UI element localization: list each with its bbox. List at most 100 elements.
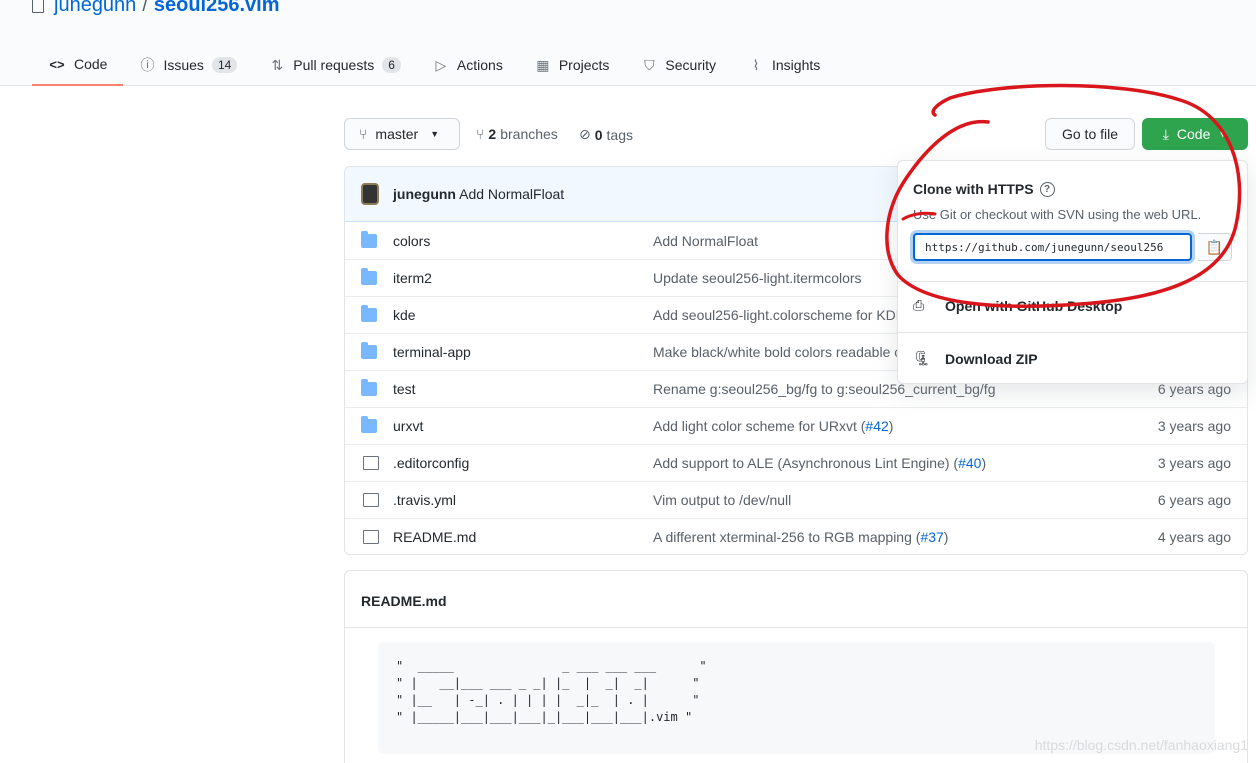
file-name-link[interactable]: kde: [393, 307, 416, 323]
file-icon: [363, 530, 379, 544]
tab-projects[interactable]: ▦ Projects: [519, 44, 626, 86]
clone-url-input[interactable]: [913, 233, 1192, 261]
file-name-link[interactable]: iterm2: [393, 270, 432, 286]
download-zip-label: Download ZIP: [945, 350, 1038, 367]
tags-label: tags: [606, 126, 633, 143]
commit-message-link[interactable]: Make black/white bold colors readable on: [653, 344, 910, 360]
commit-message-link[interactable]: Update seoul256-light.itermcolors: [653, 270, 862, 286]
commit-message-link[interactable]: A different xterminal-256 to RGB mapping…: [653, 529, 948, 545]
file-name-link[interactable]: urxvt: [393, 418, 423, 434]
branch-select-button[interactable]: ⑂ master ▼: [344, 118, 460, 150]
commit-message-end: ): [981, 455, 987, 471]
issues-counter: 14: [211, 57, 238, 73]
commit-age: 3 years ago: [1157, 418, 1231, 434]
tab-pull-requests[interactable]: ⇅ Pull requests 6: [253, 44, 417, 86]
commit-message-text: Vim output to /dev/null: [653, 492, 792, 508]
pull-request-icon: ⇅: [271, 56, 284, 73]
commit-message-text: A different xterminal-256 to RGB mapping…: [653, 529, 921, 545]
tag-icon: ⊘: [579, 126, 591, 142]
branches-link[interactable]: ⑂ 2 branches: [476, 126, 558, 142]
file-name-link[interactable]: colors: [393, 233, 430, 249]
play-icon: ▷: [435, 56, 447, 73]
branch-icon: ⑂: [359, 126, 368, 142]
tab-label: Actions: [456, 57, 503, 73]
branch-name: master: [375, 126, 419, 142]
divider: [898, 281, 1247, 282]
commit-message-link[interactable]: Add light color scheme for URxvt (#42): [653, 418, 893, 434]
tab-issues[interactable]: ⓘ Issues 14: [123, 44, 253, 86]
folder-icon: [361, 268, 377, 285]
file-name-link[interactable]: terminal-app: [393, 344, 471, 360]
divider: [898, 332, 1247, 333]
commit-message-text: Make black/white bold colors readable on: [653, 344, 910, 360]
shield-icon: ⛉: [644, 56, 655, 73]
tab-label: Issues: [163, 57, 204, 73]
table-row[interactable]: .travis.yml Vim output to /dev/null 6 year…: [345, 481, 1247, 518]
commit-message-link[interactable]: Add NormalFloat: [653, 233, 758, 249]
commit-message-end: ): [888, 418, 894, 434]
table-row[interactable]: .editorconfig Add support to ALE (Asynchr…: [345, 444, 1247, 481]
clipboard-icon: 📋: [1205, 238, 1224, 255]
folder-icon: [361, 379, 377, 396]
tab-label: Projects: [558, 57, 610, 73]
watermark: https://blog.csdn.net/fanhaoxiang1: [1034, 737, 1248, 753]
tab-security[interactable]: ⛉ Security: [625, 44, 732, 86]
open-desktop-button[interactable]: ⎙ Open with GitHub Desktop: [913, 297, 1122, 314]
folder-icon: [361, 305, 377, 322]
commit-message-text: Add support to ALE (Asynchronous Lint En…: [653, 455, 959, 471]
pull-requests-counter: 6: [382, 57, 401, 73]
file-icon: [363, 493, 379, 507]
tab-label: Security: [665, 57, 716, 73]
repo-title: junegunn / seoul256.vim: [32, 0, 280, 17]
clone-title-text: Clone with HTTPS: [913, 181, 1034, 197]
commit-message-end: ): [943, 529, 949, 545]
repo-owner-link[interactable]: junegunn: [54, 0, 136, 17]
tab-label: Pull requests: [293, 57, 375, 73]
tab-insights[interactable]: ⌇ Insights: [732, 44, 836, 86]
graph-icon: ⌇: [752, 56, 760, 73]
folder-icon: [361, 416, 377, 433]
commit-message-link[interactable]: Add support to ALE (Asynchronous Lint En…: [653, 455, 986, 471]
commit-message-text: Add NormalFloat: [653, 232, 759, 249]
pr-link[interactable]: #42: [865, 418, 888, 434]
file-name-link[interactable]: README.md: [393, 529, 476, 545]
question-icon[interactable]: ?: [1039, 181, 1055, 197]
folder-icon: [361, 342, 377, 359]
clone-subtitle: Use Git or checkout with SVN using the w…: [913, 207, 1202, 222]
tags-count: 0: [594, 126, 603, 143]
commit-message-text: Add light color scheme for URxvt (: [653, 418, 866, 434]
commit-age: 6 years ago: [1157, 492, 1231, 508]
commit-age: 4 years ago: [1157, 529, 1231, 545]
file-name-link[interactable]: .travis.yml: [393, 492, 456, 508]
commit-message-link[interactable]: Vim output to /dev/null: [653, 492, 791, 508]
commit-age: 3 years ago: [1157, 455, 1231, 471]
repo-separator: /: [142, 0, 148, 16]
branch-icon: ⑂: [476, 126, 485, 142]
download-zip-button[interactable]: 🗜 Download ZIP: [913, 350, 1038, 367]
pr-link[interactable]: #40: [958, 455, 981, 471]
project-icon: ▦: [536, 56, 550, 73]
clipboard-button[interactable]: 📋: [1198, 233, 1232, 261]
divider: [345, 627, 1247, 628]
tags-link[interactable]: ⊘ 0 tags: [579, 126, 633, 143]
table-row[interactable]: urxvt Add light color scheme for URxvt (#…: [345, 407, 1247, 444]
avatar[interactable]: [361, 183, 379, 205]
commit-author[interactable]: junegunn: [393, 186, 456, 202]
tab-code[interactable]: <> Code: [32, 44, 124, 86]
tab-actions[interactable]: ▷ Actions: [417, 44, 519, 86]
table-row[interactable]: README.md A different xterminal-256 to RG…: [345, 518, 1247, 554]
commit-message-link[interactable]: Add seoul256-light.colorscheme for KDE: [653, 307, 905, 323]
code-button-label: Code: [1176, 126, 1211, 142]
file-name-link[interactable]: test: [393, 381, 416, 397]
repo-name-link[interactable]: seoul256.vim: [154, 0, 280, 17]
code-button[interactable]: ⤓ Code ▼: [1142, 118, 1248, 150]
commit-message[interactable]: Add NormalFloat: [459, 186, 564, 202]
pr-link[interactable]: #37: [920, 529, 943, 545]
tab-label: Code: [74, 56, 108, 72]
file-name-link[interactable]: .editorconfig: [393, 455, 469, 471]
repo-icon: [32, 0, 44, 13]
clone-title: Clone with HTTPS ?: [913, 181, 1055, 197]
go-to-file-button[interactable]: Go to file: [1045, 118, 1135, 150]
caret-down-icon: ▼: [1218, 129, 1228, 139]
issue-icon: ⓘ: [140, 57, 155, 73]
